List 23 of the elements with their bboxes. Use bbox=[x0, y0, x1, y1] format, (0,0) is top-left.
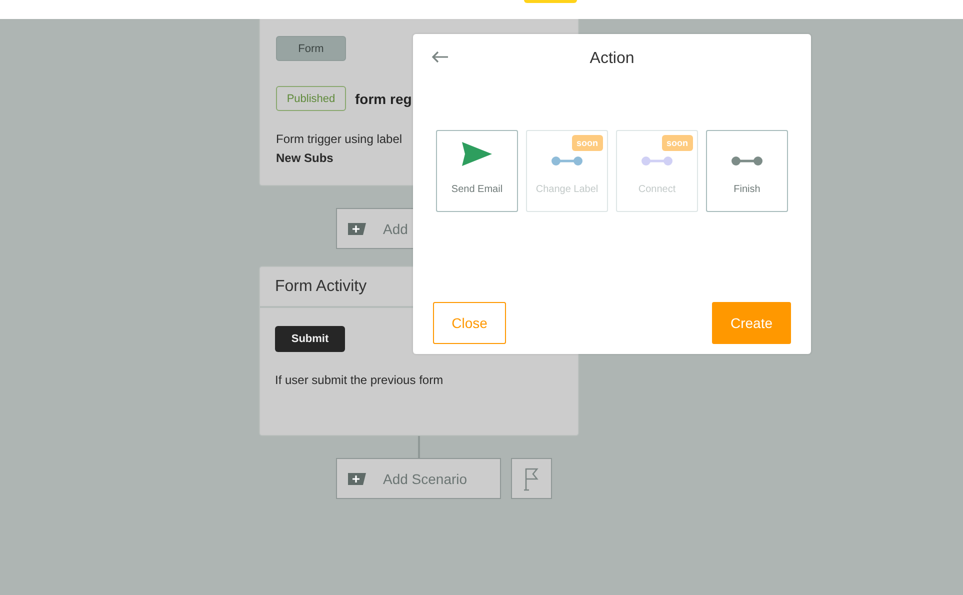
soon-badge: soon bbox=[662, 135, 693, 151]
dialog-title: Action bbox=[590, 50, 634, 68]
back-button[interactable] bbox=[431, 51, 449, 63]
trigger-title: form reg bbox=[355, 90, 412, 106]
add-scenario-button[interactable]: Add Scenario bbox=[336, 458, 501, 499]
activity-description: If user submit the previous form bbox=[275, 373, 444, 387]
activity-title: Form Activity bbox=[275, 278, 367, 296]
toolbar-tab-marker bbox=[524, 0, 577, 3]
add-icon bbox=[347, 472, 367, 486]
submit-tag: Submit bbox=[275, 326, 345, 352]
action-tile[interactable]: Send Email bbox=[436, 130, 518, 212]
action-tile[interactable]: Finish bbox=[706, 130, 788, 212]
form-tag: Form bbox=[276, 36, 346, 61]
create-button[interactable]: Create bbox=[712, 302, 791, 344]
back-arrow-icon bbox=[431, 51, 449, 63]
status-tag: Published bbox=[276, 86, 346, 111]
add-icon bbox=[347, 222, 367, 236]
finish-flag-button[interactable] bbox=[511, 458, 552, 499]
soon-badge: soon bbox=[572, 135, 603, 151]
trigger-label: New Subs bbox=[276, 151, 334, 165]
trigger-description: Form trigger using label bbox=[276, 132, 402, 146]
close-button[interactable]: Close bbox=[433, 302, 506, 344]
flag-icon bbox=[522, 466, 540, 490]
